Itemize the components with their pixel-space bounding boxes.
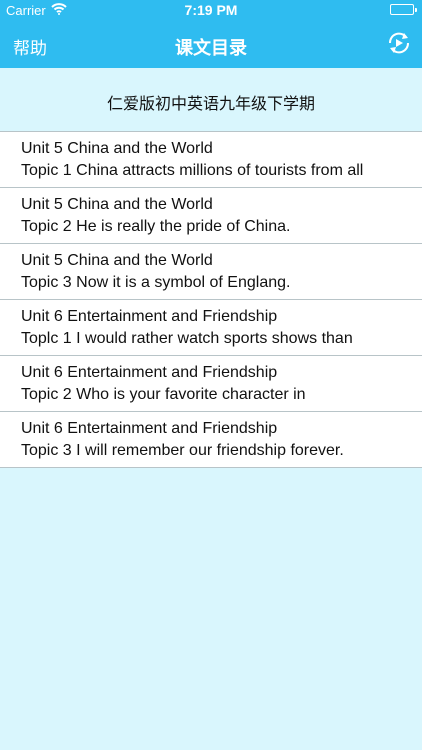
top-bar: Carrier 7:19 PM 帮助 课文目录 [0, 0, 422, 68]
unit-label: Unit 5 China and the World [21, 252, 213, 269]
status-time: 7:19 PM [184, 2, 238, 18]
topic-label: Topic 3 Now it is a symbol of Englang. [21, 274, 291, 291]
list-item[interactable]: Unit 6 Entertainment and Friendship Topl… [0, 300, 422, 356]
list-item[interactable]: Unit 5 China and the World Topic 3 Now i… [0, 244, 422, 300]
topic-label: Toplc 1 I would rather watch sports show… [21, 330, 353, 347]
list-item[interactable]: Unit 5 China and the World Topic 2 He is… [0, 188, 422, 244]
unit-label: Unit 5 China and the World [21, 196, 213, 213]
unit-label: Unit 6 Entertainment and Friendship [21, 420, 278, 437]
list-item[interactable]: Unit 6 Entertainment and Friendship Topi… [0, 356, 422, 412]
unit-label: Unit 6 Entertainment and Friendship [21, 364, 278, 381]
list-header: 仁爱版初中英语九年级下学期 [0, 68, 422, 132]
unit-label: Unit 5 China and the World [21, 140, 213, 157]
navigation-bar: 帮助 课文目录 [0, 20, 422, 68]
list-item[interactable]: Unit 6 Entertainment and Friendship Topi… [0, 412, 422, 468]
unit-label: Unit 6 Entertainment and Friendship [21, 308, 278, 325]
lesson-list: 仁爱版初中英语九年级下学期 Unit 5 China and the World… [0, 68, 422, 468]
topic-label: Topic 1 China attracts millions of touri… [21, 162, 364, 179]
list-item[interactable]: Unit 5 China and the World Topic 1 China… [0, 132, 422, 188]
play-refresh-icon[interactable] [386, 30, 412, 56]
battery-icon [390, 4, 417, 15]
status-bar: Carrier 7:19 PM [0, 0, 422, 20]
topic-label: Topic 2 Who is your favorite character i… [21, 386, 306, 403]
topic-label: Topic 2 He is really the pride of China. [21, 218, 291, 235]
page-title: 课文目录 [175, 38, 247, 58]
topic-label: Topic 3 I will remember our friendship f… [21, 442, 344, 459]
